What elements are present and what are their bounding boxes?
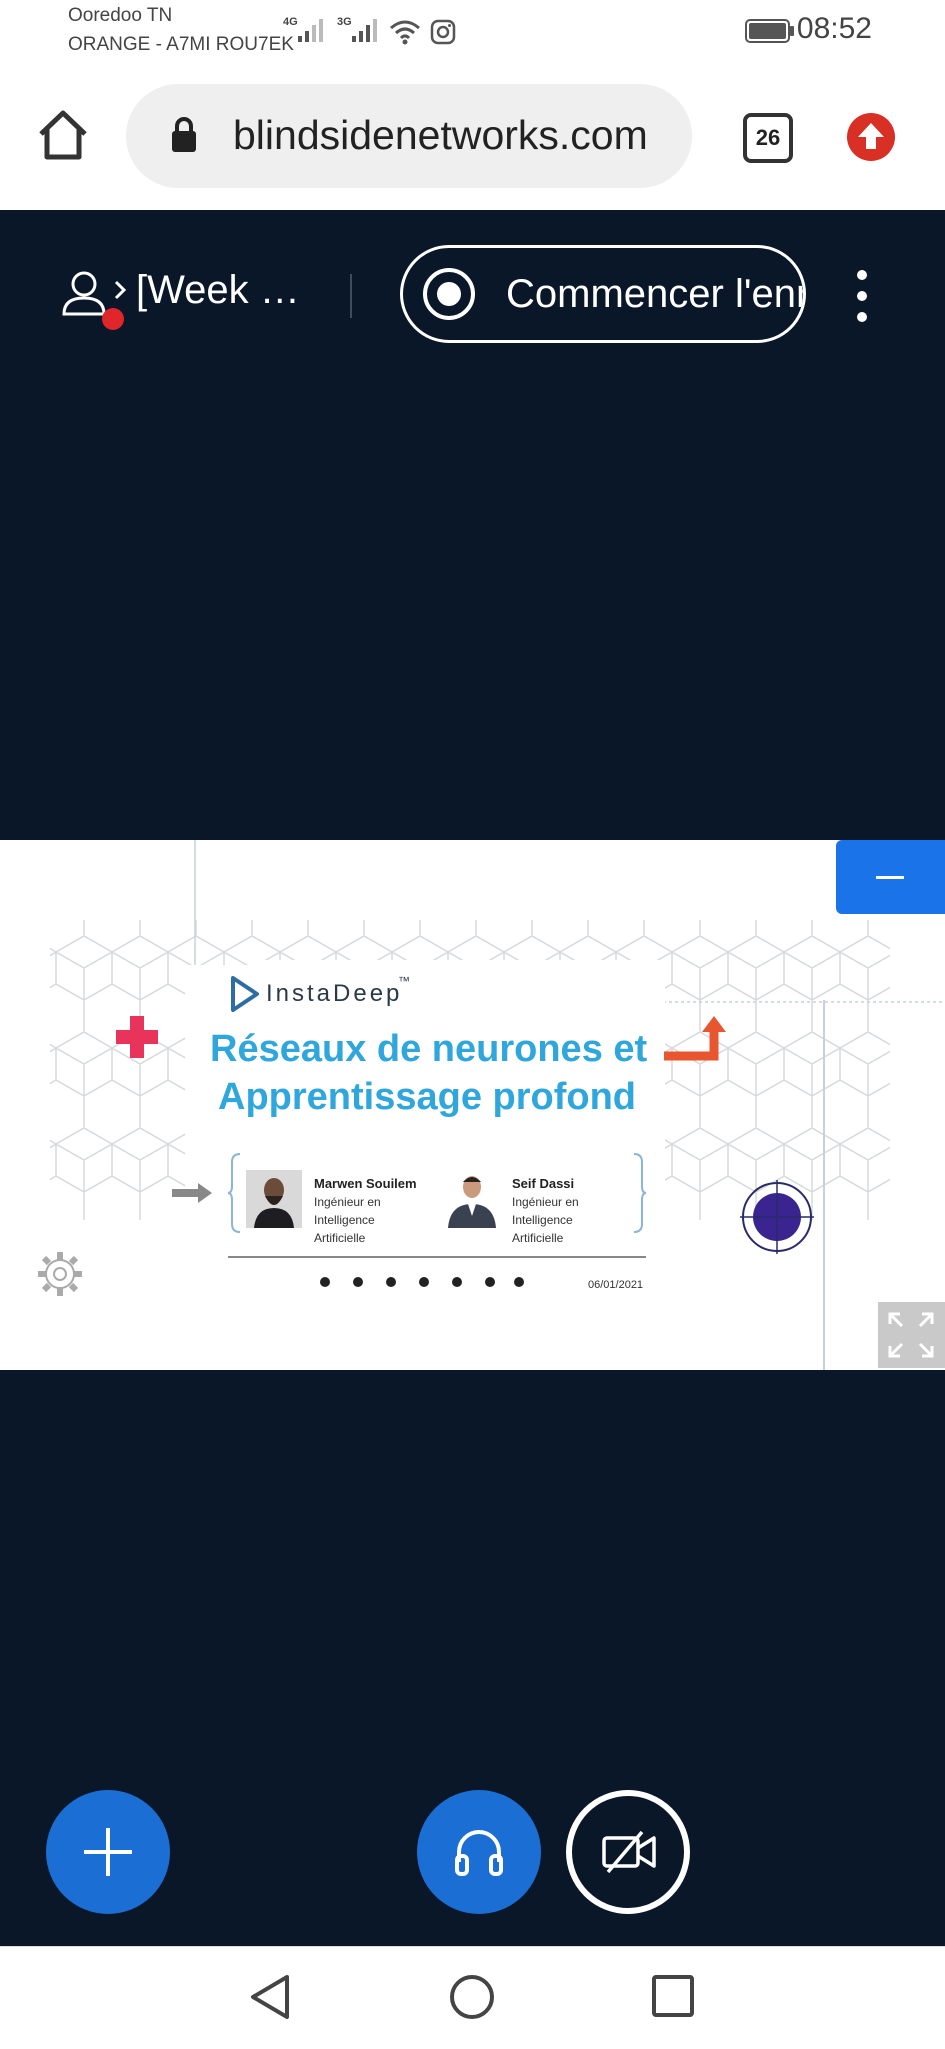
- presenter-photo: [448, 1176, 496, 1228]
- record-label: Commencer l'enr: [506, 272, 806, 316]
- gear-icon: [38, 1252, 82, 1296]
- audio-button[interactable]: [417, 1790, 541, 1914]
- home-circle-icon[interactable]: [448, 1973, 496, 2021]
- chevron-right-icon: [114, 280, 127, 300]
- signal-icon: [298, 19, 323, 42]
- update-icon[interactable]: [846, 112, 896, 162]
- start-recording-button[interactable]: Commencer l'enr: [400, 245, 806, 343]
- notification-dot: [102, 308, 124, 330]
- presenter-role: Ingénieur en: [512, 1195, 579, 1209]
- meeting-header: [Week … Commencer l'enr: [0, 210, 945, 360]
- record-dot: [437, 282, 461, 306]
- home-icon[interactable]: [36, 108, 90, 162]
- record-icon: [423, 268, 475, 320]
- slide-date: 06/01/2021: [588, 1279, 644, 1291]
- presentation-slide[interactable]: InstaDeep ™ Réseaux de neurones et Appre…: [0, 840, 945, 1370]
- url-text[interactable]: blindsidenetworks.com: [233, 112, 648, 159]
- tab-switcher-button[interactable]: 26: [743, 113, 793, 163]
- plus-decoration-icon: [116, 1016, 158, 1058]
- slide-headline-line2: Apprentissage profond: [218, 1076, 637, 1118]
- battery-icon: [745, 19, 794, 43]
- slide-rule: [228, 1256, 646, 1258]
- carrier-name: Ooredoo TN: [68, 5, 173, 26]
- wifi-icon: [390, 20, 420, 45]
- slide-page-dot[interactable]: [485, 1277, 495, 1287]
- fullscreen-button[interactable]: [878, 1302, 945, 1368]
- minimize-icon: [876, 876, 904, 879]
- slide-headline-line1: Réseaux de neurones et: [210, 1028, 648, 1070]
- presenter-name: Seif Dassi: [512, 1176, 575, 1191]
- clock: 08:52: [796, 12, 872, 45]
- slide-page-dot[interactable]: [452, 1277, 462, 1287]
- system-nav-bar: [0, 1946, 945, 2049]
- actions-menu-button[interactable]: [46, 1790, 170, 1914]
- slide-page-dot[interactable]: [353, 1277, 363, 1287]
- slide-page-dot[interactable]: [514, 1277, 524, 1287]
- presenter-role: Artificielle: [314, 1231, 366, 1245]
- headphones-icon: [455, 1830, 503, 1876]
- left-bracket: [228, 1153, 241, 1233]
- arrow-decoration-icon: [664, 1016, 726, 1061]
- presenter-photo: [246, 1170, 302, 1228]
- more-vert-icon[interactable]: [852, 270, 872, 322]
- minimize-presentation-button[interactable]: [836, 840, 945, 914]
- fullscreen-icon: [888, 1312, 934, 1358]
- header-divider: [350, 274, 352, 318]
- brand-trademark: ™: [398, 974, 410, 988]
- back-icon[interactable]: [247, 1973, 293, 2021]
- presenter-role: Artificielle: [512, 1231, 564, 1245]
- slide-page-dot[interactable]: [320, 1277, 330, 1287]
- user-list-toggle[interactable]: [60, 268, 132, 332]
- presenter-role: Intelligence: [314, 1213, 375, 1227]
- carrier-name-secondary: ORANGE - A7MI ROU7EK: [68, 34, 294, 55]
- recents-icon[interactable]: [650, 1973, 696, 2019]
- lock-icon: [172, 117, 196, 152]
- signal-icon-2: [352, 19, 377, 42]
- status-bar: Ooredoo TN ORANGE - A7MI ROU7EK 4G 3G 08…: [0, 0, 945, 60]
- right-bracket: [633, 1153, 646, 1233]
- video-button[interactable]: [566, 1790, 690, 1914]
- browser-toolbar: blindsidenetworks.com 26: [0, 60, 945, 210]
- meeting-title[interactable]: [Week …: [136, 268, 300, 313]
- plus-icon: [84, 1828, 132, 1876]
- brand-name: InstaDeep: [266, 980, 403, 1007]
- instagram-icon: [430, 19, 456, 45]
- slide-page-dot[interactable]: [419, 1277, 429, 1287]
- slide-page-dot[interactable]: [386, 1277, 396, 1287]
- address-bar[interactable]: blindsidenetworks.com: [126, 84, 692, 188]
- target-decoration-icon: [740, 1180, 814, 1254]
- presenter-name: Marwen Souilem: [314, 1176, 417, 1191]
- instadeep-logo-icon: [231, 976, 259, 1012]
- arrow-right-icon: [172, 1183, 212, 1203]
- presenter-role: Ingénieur en: [314, 1195, 381, 1209]
- presenter-role: Intelligence: [512, 1213, 573, 1227]
- video-off-icon: [602, 1830, 656, 1874]
